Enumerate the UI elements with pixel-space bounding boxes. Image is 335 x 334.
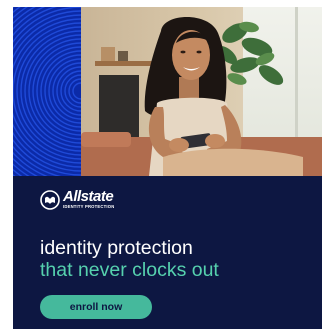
headline-line-2: that never clocks out <box>40 259 219 281</box>
ad-headline: identity protection that never clocks ou… <box>40 237 219 281</box>
hero-photo <box>13 7 322 176</box>
allstate-logo[interactable]: Allstate IDENTITY PROTECTION <box>40 188 115 210</box>
brand-name: Allstate <box>63 188 114 205</box>
allstate-hands-icon <box>40 190 60 210</box>
allstate-ad-banner[interactable]: Allstate IDENTITY PROTECTION identity pr… <box>13 7 322 329</box>
headline-line-1: identity protection <box>40 237 193 259</box>
brand-subtitle: IDENTITY PROTECTION <box>63 204 115 209</box>
enroll-now-button[interactable]: enroll now <box>40 295 152 319</box>
